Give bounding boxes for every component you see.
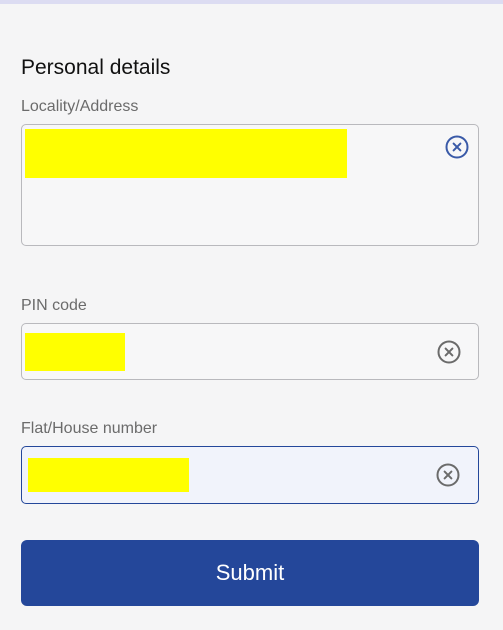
clear-flat-house-number-button[interactable] <box>436 463 460 487</box>
flat-house-number-label: Flat/House number <box>21 420 158 437</box>
redacted-value <box>28 458 189 492</box>
close-circle-icon <box>437 340 461 364</box>
top-accent-bar <box>0 0 503 4</box>
pin-code-label: PIN code <box>21 297 87 314</box>
clear-locality-address-button[interactable] <box>445 135 469 159</box>
close-circle-icon <box>445 135 469 159</box>
flat-house-number-field[interactable] <box>21 446 479 504</box>
section-title: Personal details <box>21 56 171 79</box>
submit-button[interactable]: Submit <box>21 540 479 606</box>
redacted-value <box>25 129 347 178</box>
locality-address-field[interactable] <box>21 124 479 246</box>
clear-pin-code-button[interactable] <box>437 340 461 364</box>
redacted-value <box>25 333 125 371</box>
pin-code-field[interactable] <box>21 323 479 380</box>
locality-address-label: Locality/Address <box>21 98 139 115</box>
close-circle-icon <box>436 463 460 487</box>
